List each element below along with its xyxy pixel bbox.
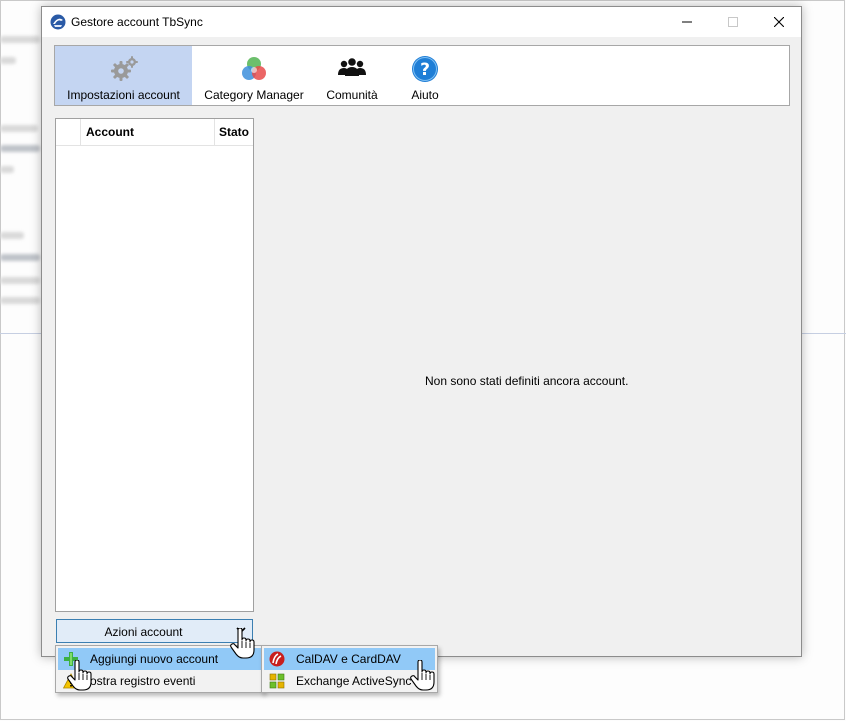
color-circles-icon [242, 57, 266, 80]
column-header-account[interactable]: Account [86, 125, 134, 139]
background-text-blur [0, 232, 24, 239]
svg-text:?: ? [420, 60, 430, 80]
tab-label: Impostazioni account [67, 88, 180, 102]
close-icon [774, 17, 784, 27]
hand-cursor-icon [410, 660, 435, 691]
help-icon: ? [412, 56, 438, 82]
tab-label: Comunità [326, 88, 378, 102]
hand-cursor-icon [230, 628, 255, 659]
menu-item-label: Exchange ActiveSync [296, 674, 412, 688]
tab-account-settings[interactable]: Impostazioni account [55, 46, 192, 105]
close-button[interactable] [756, 7, 802, 37]
tbsync-app-icon [50, 14, 66, 30]
maximize-icon [728, 17, 738, 27]
tab-label: Category Manager [204, 88, 304, 102]
minimize-button[interactable] [664, 7, 710, 37]
title-bar: Gestore account TbSync [42, 7, 801, 37]
minimize-icon [682, 21, 692, 23]
menu-item-label: Aggiungi nuovo account [90, 652, 219, 666]
background-text-blur [0, 145, 40, 152]
background-text-blur [0, 254, 40, 261]
menu-item-label: CalDAV e CardDAV [296, 652, 401, 666]
tab-category-manager[interactable]: Category Manager [198, 46, 310, 105]
background-text-blur [0, 125, 38, 132]
gears-icon [110, 56, 138, 81]
account-list[interactable]: Account Stato [55, 118, 254, 612]
background-text-blur [0, 297, 40, 304]
main-toolbar: Impostazioni account Category Manager Co… [54, 45, 790, 106]
maximize-button[interactable] [710, 7, 756, 37]
background-text-blur [0, 166, 14, 173]
tab-label: Aiuto [411, 88, 439, 102]
account-actions-label: Azioni account [104, 625, 183, 639]
tab-community[interactable]: Comunità [317, 46, 387, 105]
empty-accounts-message: Non sono stati definiti ancora account. [425, 374, 629, 388]
background-text-blur [0, 277, 40, 284]
activesync-icon [269, 673, 285, 689]
tbsync-window: Gestore account TbSync Impostazioni acco… [41, 6, 802, 657]
column-separator [214, 119, 215, 145]
caldav-icon [269, 651, 285, 667]
column-header-status[interactable]: Stato [219, 125, 249, 139]
column-separator [80, 119, 81, 145]
menu-item-label: ostra registro eventi [90, 674, 196, 688]
people-icon [338, 58, 366, 76]
account-list-header: Account Stato [56, 119, 253, 146]
background-text-blur [0, 57, 16, 64]
account-actions-button[interactable]: Azioni account [56, 619, 253, 643]
hand-cursor-icon [67, 660, 92, 691]
window-title: Gestore account TbSync [71, 15, 203, 29]
tab-help[interactable]: ? Aiuto [395, 46, 455, 105]
background-text-blur [0, 36, 40, 43]
